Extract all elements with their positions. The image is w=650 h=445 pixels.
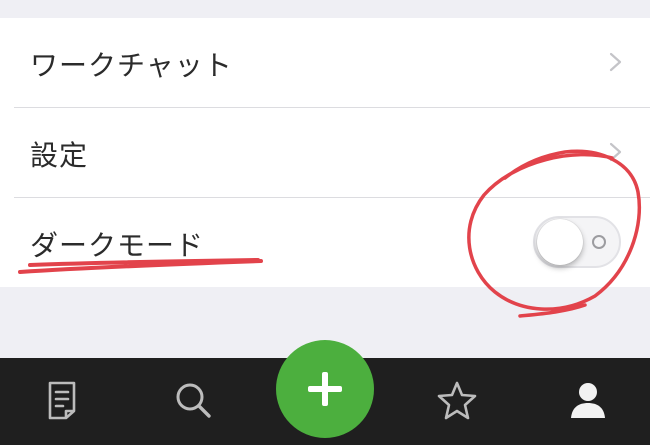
menu-item-label: ワークチャット [30,49,233,82]
top-gap [0,0,650,18]
toggle-off-indicator-icon [592,235,606,249]
star-icon[interactable] [435,378,479,422]
add-button[interactable] [276,340,374,438]
chevron-right-icon [609,142,622,162]
menu-item-label: 設定 [30,139,89,172]
chevron-right-icon [609,52,622,72]
menu-item-label: ダークモード [30,229,205,262]
profile-icon[interactable] [566,378,610,422]
menu-item-workchat[interactable]: ワークチャット [0,18,650,107]
search-icon[interactable] [171,378,215,422]
notes-icon[interactable] [40,378,84,422]
dark-mode-toggle[interactable] [533,216,621,268]
toggle-knob [537,219,583,265]
menu-item-settings[interactable]: 設定 [0,108,650,197]
